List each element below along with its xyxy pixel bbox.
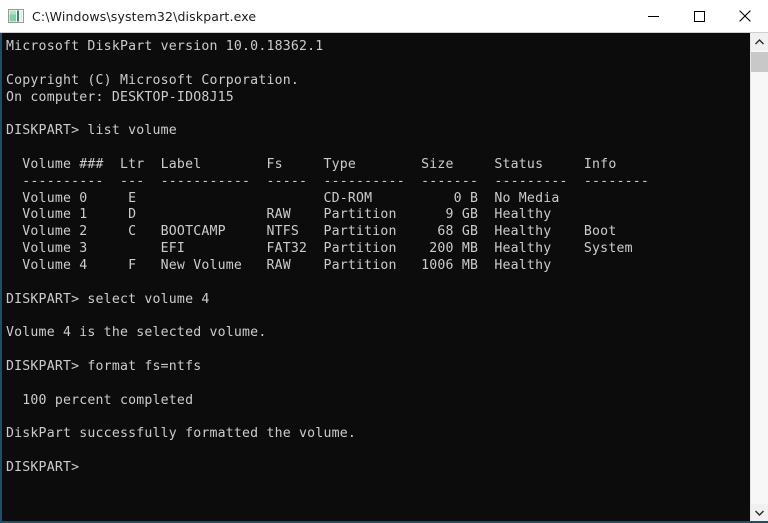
minimize-button[interactable] — [630, 0, 676, 32]
maximize-icon — [693, 10, 705, 22]
scrollbar-thumb[interactable] — [751, 52, 768, 72]
terminal-output-area[interactable]: Microsoft DiskPart version 10.0.18362.1 … — [2, 33, 750, 521]
scrollbar-down-button[interactable] — [751, 504, 768, 521]
close-button[interactable] — [722, 0, 768, 32]
window-title: C:\Windows\system32\diskpart.exe — [32, 8, 257, 24]
diskpart-console-window: C:\Windows\system32\diskpart.exe Microso… — [0, 0, 768, 523]
scrollbar-up-button[interactable] — [751, 33, 768, 50]
chevron-up-icon — [755, 38, 764, 44]
terminal-text: Microsoft DiskPart version 10.0.18362.1 … — [6, 39, 650, 476]
vertical-scrollbar[interactable] — [750, 33, 768, 521]
scrollbar-track[interactable] — [751, 50, 768, 504]
titlebar[interactable]: C:\Windows\system32\diskpart.exe — [0, 0, 768, 33]
console-icon — [8, 8, 24, 24]
titlebar-left: C:\Windows\system32\diskpart.exe — [0, 0, 630, 32]
console-body: Microsoft DiskPart version 10.0.18362.1 … — [0, 33, 768, 523]
maximize-button[interactable] — [676, 0, 722, 32]
minimize-icon — [647, 15, 659, 17]
close-icon — [739, 10, 751, 22]
window-controls — [630, 0, 768, 32]
chevron-down-icon — [755, 510, 764, 516]
